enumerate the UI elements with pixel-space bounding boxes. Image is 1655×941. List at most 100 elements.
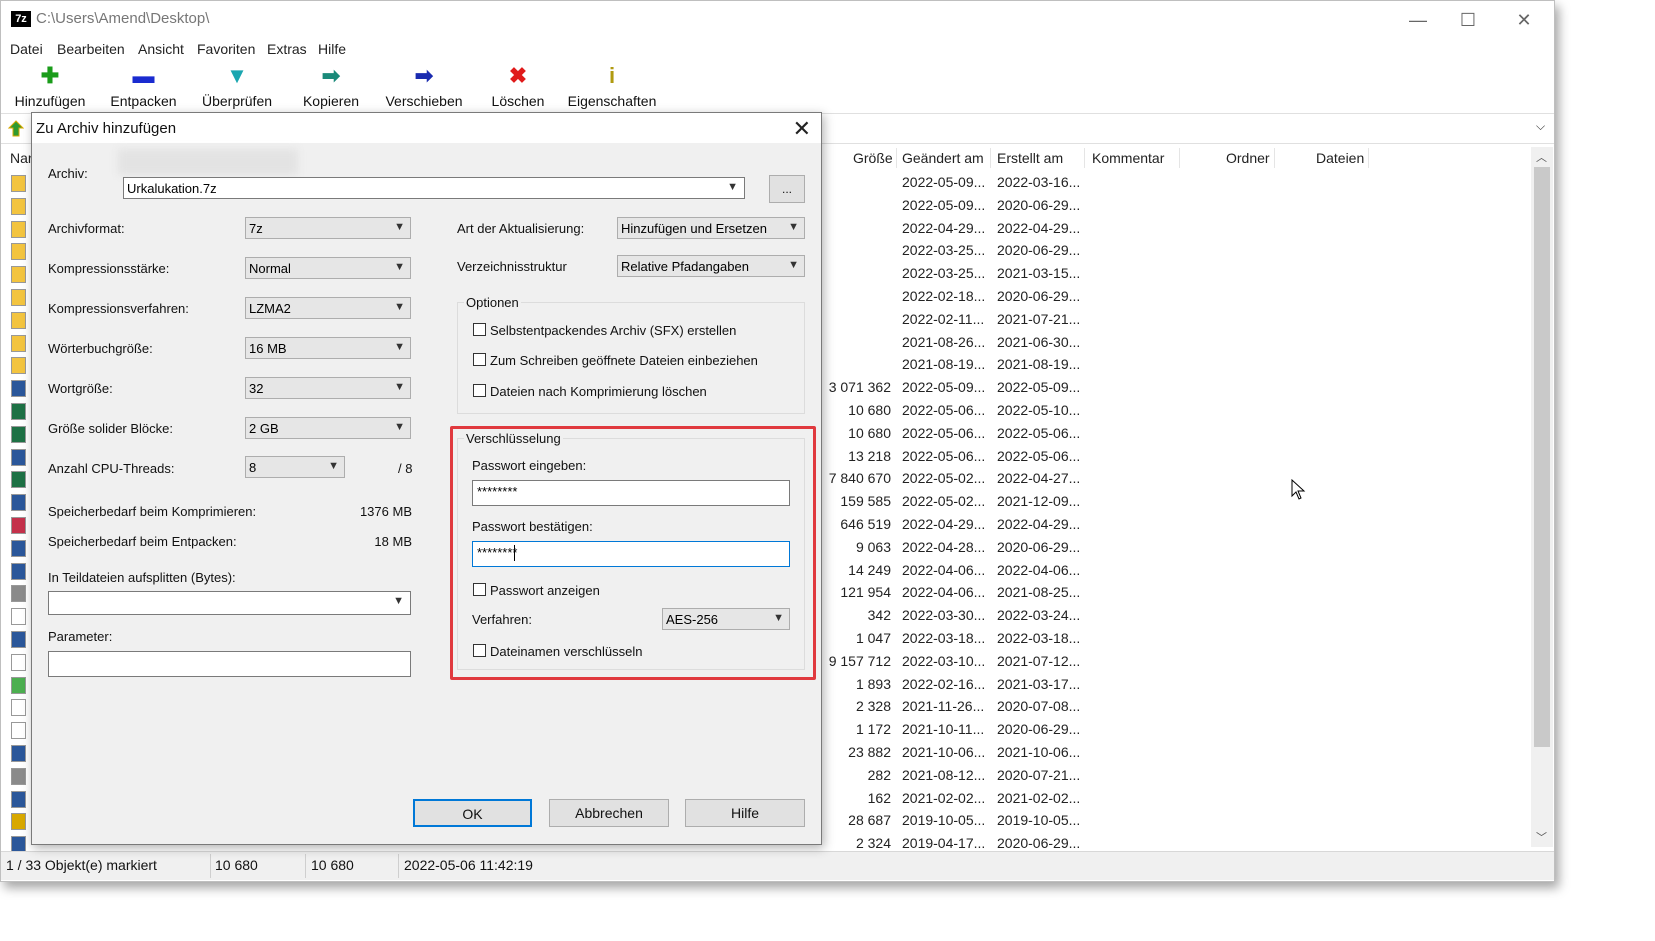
word-select[interactable]: 32 ▼: [245, 377, 411, 399]
add-button[interactable]: ✚ Hinzufügen: [9, 63, 91, 111]
cell-created: 2020-06-29...: [997, 288, 1081, 304]
file-icon: [11, 448, 26, 466]
maximize-button[interactable]: ☐: [1441, 1, 1495, 39]
file-icon: [11, 562, 26, 580]
add-to-archive-dialog: Zu Archiv hinzufügen ✕ Archiv: Urkalukat…: [31, 112, 822, 845]
update-value: Hinzufügen und Ersetzen: [621, 221, 767, 236]
cell-size: 1 172: [855, 721, 891, 738]
cell-created: 2022-03-24...: [997, 607, 1081, 624]
move-button[interactable]: ➡ Verschieben: [381, 63, 467, 111]
cell-size: 13 218: [848, 447, 891, 464]
cell-size: 9 063: [855, 538, 891, 555]
extract-button[interactable]: ▬ Entpacken: [106, 63, 181, 111]
menu-datei[interactable]: Datei: [10, 41, 43, 57]
file-icon: [11, 653, 26, 671]
cell-created: 2022-03-18...: [997, 630, 1081, 646]
col-files[interactable]: Dateien: [1316, 150, 1364, 166]
col-created[interactable]: Erstellt am: [997, 150, 1063, 166]
cell-size: 9 157 712: [828, 652, 891, 669]
shared-checkbox[interactable]: [473, 353, 486, 366]
solid-select[interactable]: 2 GB ▼: [245, 417, 411, 439]
shared-label[interactable]: Zum Schreiben geöffnete Dateien einbezie…: [490, 353, 758, 368]
col-name[interactable]: Nar: [10, 150, 33, 166]
col-size[interactable]: Größe: [853, 150, 893, 166]
params-input[interactable]: [48, 651, 411, 677]
cell-modified: 2022-03-25...: [902, 242, 986, 259]
col-comment[interactable]: Kommentar: [1092, 150, 1164, 166]
file-icon: [11, 403, 26, 420]
menu-bearbeiten[interactable]: Bearbeiten: [57, 41, 125, 57]
cell-size: 121 954: [840, 584, 891, 601]
properties-button-label: Eigenschaften: [567, 93, 657, 109]
scroll-down-icon[interactable]: ﹀: [1536, 829, 1547, 845]
cell-size: 646 519: [840, 516, 891, 532]
options-title: Optionen: [464, 295, 521, 310]
status-date: 2022-05-06 11:42:19: [404, 857, 533, 873]
sfx-checkbox[interactable]: [473, 323, 486, 336]
mem-compress-label: Speicherbedarf beim Komprimieren:: [48, 504, 257, 519]
help-button[interactable]: Hilfe: [685, 799, 805, 827]
scrollbar-thumb[interactable]: [1534, 167, 1550, 747]
delete-button[interactable]: ✖ Löschen: [486, 63, 550, 111]
col-modified[interactable]: Geändert am: [902, 150, 984, 166]
level-select[interactable]: Normal ▼: [245, 257, 411, 279]
menu-ansicht[interactable]: Ansicht: [138, 41, 184, 57]
cell-created: 2022-05-06...: [997, 447, 1081, 464]
copy-button[interactable]: ➡ Kopieren: [296, 63, 366, 111]
cell-modified: 2022-04-28...: [902, 538, 986, 555]
paths-select[interactable]: Relative Pfadangaben ▼: [617, 255, 805, 277]
folder-icon: [11, 220, 26, 238]
cell-created: 2021-07-21...: [997, 310, 1081, 327]
add-button-label: Hinzufügen: [14, 93, 86, 109]
properties-button[interactable]: i Eigenschaften: [563, 63, 661, 111]
blurred-path: [118, 149, 298, 175]
method-value: LZMA2: [249, 301, 291, 316]
delete-after-checkbox[interactable]: [473, 384, 486, 397]
folder-icon: [11, 197, 26, 215]
cell-modified: 2022-05-02...: [902, 493, 986, 510]
cell-size: 23 882: [848, 744, 891, 760]
menu-extras[interactable]: Extras: [267, 41, 307, 57]
sfx-label[interactable]: Selbstentpackendes Archiv (SFX) erstelle…: [490, 323, 736, 338]
split-combo[interactable]: ▼: [48, 591, 411, 615]
chevron-down-icon[interactable]: ⌵: [1536, 119, 1545, 134]
threads-select[interactable]: 8 ▼: [245, 456, 345, 478]
delete-after-label[interactable]: Dateien nach Komprimierung löschen: [490, 384, 707, 399]
up-folder-icon[interactable]: [8, 120, 24, 138]
archive-combo[interactable]: Urkalukation.7z ▼: [123, 177, 745, 199]
cell-modified: 2022-05-09...: [902, 196, 986, 213]
cell-size: 10 680: [848, 424, 891, 441]
cell-modified: 2021-08-12...: [902, 766, 986, 783]
folder-icon: [11, 243, 26, 261]
status-bar: 1 / 33 Objekt(e) markiert 10 680 10 680 …: [1, 851, 1554, 880]
chevron-down-icon: ▼: [393, 595, 404, 607]
method-select[interactable]: LZMA2 ▼: [245, 297, 411, 319]
highlight-box: [450, 426, 816, 680]
plus-icon: ✚: [40, 63, 60, 88]
threads-label: Anzahl CPU-Threads:: [48, 461, 175, 476]
cell-created: 2020-06-29...: [997, 242, 1081, 259]
browse-button[interactable]: ...: [769, 175, 805, 203]
test-button[interactable]: ▼ Überprüfen: [196, 63, 278, 111]
minimize-button[interactable]: —: [1391, 1, 1445, 39]
dialog-close-icon[interactable]: ✕: [793, 116, 811, 142]
cancel-button[interactable]: Abbrechen: [549, 799, 669, 827]
delete-button-label: Löschen: [491, 93, 545, 109]
cell-modified: 2022-05-09...: [902, 174, 986, 190]
menu-favoriten[interactable]: Favoriten: [197, 41, 255, 57]
file-icon: [11, 539, 26, 557]
menu-hilfe[interactable]: Hilfe: [318, 41, 346, 57]
cell-created: 2020-06-29...: [997, 721, 1081, 738]
cell-modified: 2022-05-06...: [902, 402, 986, 418]
cell-size: 7 840 670: [828, 470, 891, 487]
vertical-scrollbar[interactable]: ︿ ﹀: [1531, 147, 1553, 847]
cell-created: 2021-03-15...: [997, 265, 1081, 282]
format-select[interactable]: 7z ▼: [245, 217, 411, 239]
ok-button[interactable]: OK: [413, 799, 532, 827]
chevron-down-icon: ▼: [394, 301, 405, 313]
dict-select[interactable]: 16 MB ▼: [245, 337, 411, 359]
close-button[interactable]: ✕: [1497, 1, 1551, 39]
scroll-up-icon[interactable]: ︿: [1536, 149, 1547, 165]
col-folders[interactable]: Ordner: [1226, 150, 1270, 166]
update-select[interactable]: Hinzufügen und Ersetzen ▼: [617, 217, 805, 239]
